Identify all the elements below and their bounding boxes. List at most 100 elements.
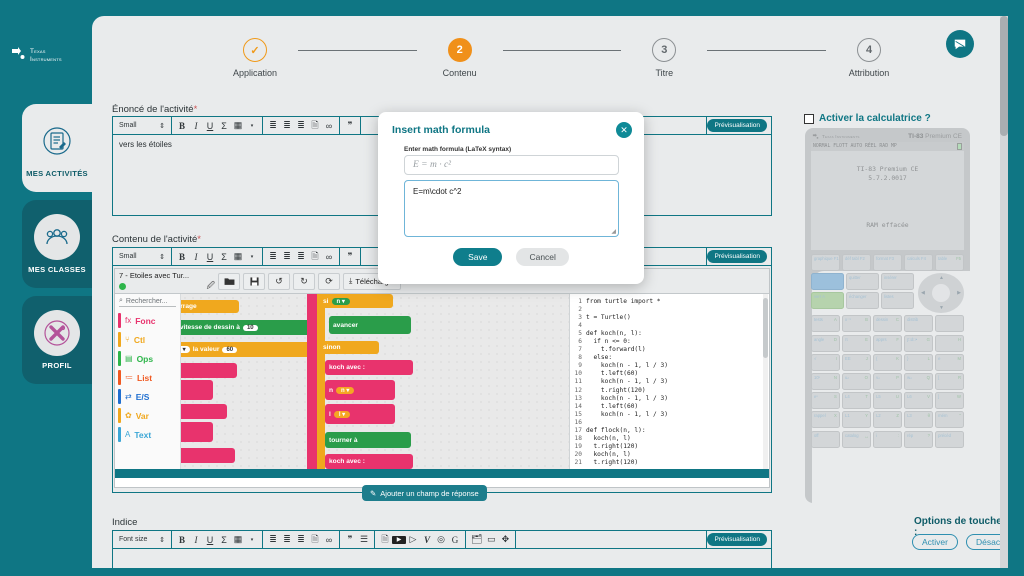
key-0[interactable]: catalog␣0 xyxy=(842,430,1008,568)
quote-icon[interactable]: ❞ xyxy=(343,249,357,265)
key-4[interactable]: L4T4 xyxy=(842,392,1008,568)
key-annul[interactable]: annul xyxy=(935,315,1008,568)
main-scrollbar[interactable] xyxy=(1000,16,1008,568)
quote-icon[interactable]: ❞ xyxy=(343,532,357,548)
cancel-button[interactable]: Cancel xyxy=(516,248,569,266)
block-avancer[interactable]: avancer xyxy=(329,316,411,334)
step-titre[interactable]: 3 Titre xyxy=(621,38,707,78)
block-value2[interactable]: 60 xyxy=(222,346,238,353)
chat-bubble-icon[interactable] xyxy=(946,30,974,58)
key-8[interactable]: vₙP8 xyxy=(873,372,1008,568)
key-multiply[interactable]: [R× xyxy=(935,372,1008,568)
table-icon[interactable]: ▦ xyxy=(231,118,245,134)
underline-icon[interactable]: U xyxy=(203,118,217,134)
arrow-down-icon[interactable]: ▼ xyxy=(939,305,944,311)
palette-item-ops[interactable]: ▤ Ops xyxy=(115,349,180,368)
activate-calculator-checkbox[interactable]: Activer la calculatrice ? xyxy=(804,113,931,124)
puzzle-icon[interactable]: ✥ xyxy=(498,532,512,548)
font-size-select-contenu[interactable]: Small ⇕ xyxy=(116,249,168,265)
align-left-icon[interactable]: ≣ xyxy=(266,249,280,265)
palette-item-text[interactable]: A Text xyxy=(115,425,180,444)
bold-icon[interactable]: B xyxy=(175,532,189,548)
key-3[interactable]: L3θ3 xyxy=(904,411,1008,568)
step-contenu[interactable]: 2 Contenu xyxy=(417,38,503,78)
align-center-icon[interactable]: ≣ xyxy=(280,532,294,548)
block-condition[interactable]: n ▾ xyxy=(331,297,350,305)
italic-icon[interactable]: I xyxy=(189,118,203,134)
table-icon[interactable]: ▦ xyxy=(231,249,245,265)
vimeo-icon[interactable]: V xyxy=(420,532,434,548)
geogebra-icon[interactable]: ◎ xyxy=(434,532,448,548)
key-prgm[interactable]: dessinCprgm xyxy=(873,315,1008,568)
block-demarrage[interactable]: démarrage xyxy=(181,300,239,313)
chevron-down-icon[interactable]: ▾ xyxy=(245,532,259,548)
key-on[interactable]: offon xyxy=(811,430,1008,568)
python-code-pane[interactable]: 1 from turtle import * 2 3t = Turtle() 4 … xyxy=(569,294,769,469)
formula-textarea[interactable]: E=m\cdot c^2 ◢ xyxy=(404,180,619,237)
key-trace[interactable]: calculs F4trace xyxy=(904,254,1008,568)
block-etoile1[interactable]: e_1 avec : xyxy=(181,363,237,378)
bold-icon[interactable]: B xyxy=(175,249,189,265)
link-icon[interactable]: ∞ xyxy=(322,249,336,265)
save-disk-icon[interactable] xyxy=(243,272,265,290)
palette-search[interactable]: ⌕ Rechercher... xyxy=(119,297,176,307)
key-graphe[interactable]: tableF5graphe xyxy=(935,254,1008,568)
key-5[interactable]: L5U5 xyxy=(873,392,1008,568)
sigma-icon[interactable]: Σ xyxy=(217,118,231,134)
block-affecter[interactable]: affecter à l ▾ la valeur 60 xyxy=(181,342,313,357)
screen-icon[interactable]: ▭ xyxy=(484,532,498,548)
key-9[interactable]: wₙQ9 xyxy=(904,372,1008,568)
arrow-right-icon[interactable]: ▶ xyxy=(957,290,961,296)
undo-icon[interactable]: ↺ xyxy=(268,272,290,290)
key-entrer[interactable]: précédentrer xyxy=(935,430,1008,568)
key-log[interactable]: 10ˣNlog xyxy=(811,372,1008,568)
key-suppr[interactable]: insérersuppr xyxy=(881,273,1008,568)
editor-body-indice[interactable] xyxy=(113,549,771,568)
align-center-icon[interactable]: ≣ xyxy=(280,118,294,134)
block-tourner[interactable]: tourner à xyxy=(325,432,411,448)
block-canvas[interactable]: démarrage changer la vitesse de dessin à… xyxy=(181,294,569,469)
refresh-icon[interactable]: ⟳ xyxy=(318,272,340,290)
chevron-down-icon[interactable]: ▾ xyxy=(245,249,259,265)
chevron-down-icon[interactable]: ▾ xyxy=(245,118,259,134)
list-icon[interactable]: ☰ xyxy=(357,532,371,548)
key-power[interactable]: H∧ xyxy=(935,334,1008,568)
block-dropdown[interactable]: n ▾ xyxy=(336,386,355,394)
block-dropdown[interactable]: l ▾ xyxy=(333,410,351,418)
preview-button-contenu[interactable]: Prévisualisation xyxy=(707,250,767,263)
block-vitesse[interactable]: changer la vitesse de dessin à 10 xyxy=(181,320,313,335)
link-icon[interactable]: ∞ xyxy=(322,118,336,134)
key-x-squared[interactable]: √Ix² xyxy=(811,353,1008,568)
key-comma[interactable]: EEJ, xyxy=(842,353,1008,568)
key-negative[interactable]: rép?(−) xyxy=(904,430,1008,568)
calculator-screen[interactable]: NORMAL FLOTT AUTO RÉEL RAD MP TI-83 Prem… xyxy=(811,142,964,250)
page-icon[interactable]: 🗎 xyxy=(308,118,322,134)
palette-item-var[interactable]: ✿ Var xyxy=(115,406,180,425)
key-2[interactable]: L2Z2 xyxy=(873,411,1008,568)
bold-icon[interactable]: B xyxy=(175,118,189,134)
font-size-select-indice[interactable]: Font size ⇕ xyxy=(116,532,168,548)
open-folder-icon[interactable] xyxy=(218,272,240,290)
activer-button[interactable]: Activer xyxy=(912,534,958,550)
underline-icon[interactable]: U xyxy=(203,532,217,548)
key-1[interactable]: L1Y1 xyxy=(842,411,1008,568)
key-paren-open[interactable]: {K( xyxy=(873,353,1008,568)
key-stats[interactable]: listesstats xyxy=(881,292,1008,568)
pencil-square-icon[interactable]: 🖉 xyxy=(206,281,215,291)
redo-icon[interactable]: ↻ xyxy=(293,272,315,290)
key-2nde[interactable]: 2nde xyxy=(811,273,1008,568)
quote-icon[interactable]: ❞ xyxy=(343,118,357,134)
key-resol[interactable]: apprsFrésol xyxy=(873,334,1008,568)
main-scrollbar-thumb[interactable] xyxy=(1000,16,1008,136)
table-icon[interactable]: ▦ xyxy=(231,532,245,548)
video-icon[interactable]: ▶ xyxy=(392,535,406,544)
step-application[interactable]: ✓ Application xyxy=(212,38,298,78)
page-icon[interactable]: 🗎 xyxy=(308,532,322,548)
align-right-icon[interactable]: ≣ xyxy=(294,532,308,548)
palette-item-list[interactable]: ≔ List xyxy=(115,368,180,387)
block-value[interactable]: 10 xyxy=(242,324,258,331)
sidebar-item-mes-activites[interactable]: MES ACTIVITÉS xyxy=(22,104,92,192)
block-param-l[interactable]: l l ▾ xyxy=(181,380,213,400)
block-si[interactable]: si n ▾ xyxy=(319,294,393,308)
arrow-up-icon[interactable]: ▲ xyxy=(939,275,944,281)
